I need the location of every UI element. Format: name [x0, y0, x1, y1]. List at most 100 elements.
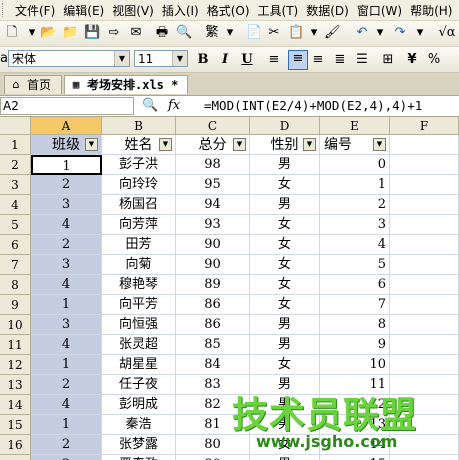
font-name-select[interactable]: 宋体 ▼: [8, 50, 130, 67]
data-cell[interactable]: 4: [320, 235, 390, 255]
data-cell[interactable]: 1: [31, 355, 102, 375]
data-cell[interactable]: 男: [250, 315, 320, 335]
data-cell[interactable]: 女: [250, 215, 320, 235]
chevron-down-icon[interactable]: ▼: [114, 51, 129, 66]
row-header[interactable]: 1: [0, 135, 31, 155]
row-header[interactable]: 12: [0, 355, 31, 375]
header-cell[interactable]: 总分 ▼: [176, 135, 250, 155]
menu-item[interactable]: 格式(O): [203, 2, 254, 19]
data-cell[interactable]: 穆艳琴: [102, 275, 176, 295]
data-cell[interactable]: 向平芳: [102, 295, 176, 315]
data-cell[interactable]: 4: [31, 395, 102, 415]
data-cell[interactable]: 田芳: [102, 235, 176, 255]
data-cell[interactable]: 90: [176, 235, 250, 255]
tab-home[interactable]: ⌂ 首页: [4, 75, 62, 94]
align-right-icon[interactable]: ≡: [310, 52, 326, 68]
chevron-down-icon[interactable]: ▼: [172, 51, 187, 66]
data-cell[interactable]: 6: [320, 275, 390, 295]
autofilter-dropdown-icon[interactable]: ▼: [373, 138, 386, 151]
distributed-align-icon[interactable]: ☰: [354, 52, 370, 68]
format-painter-icon[interactable]: 🖌: [324, 25, 341, 41]
dropdown-arrow-icon[interactable]: ▾: [306, 25, 322, 41]
menu-item[interactable]: 窗口(W): [353, 2, 406, 19]
empty-cell[interactable]: [390, 295, 459, 315]
simplified-traditional-icon[interactable]: 繁: [204, 25, 220, 41]
search-function-icon[interactable]: 🔍: [142, 98, 158, 114]
column-header-c[interactable]: C: [176, 117, 250, 135]
data-cell[interactable]: 杨国召: [102, 195, 176, 215]
empty-cell[interactable]: [390, 335, 459, 355]
empty-cell[interactable]: [390, 355, 459, 375]
row-header[interactable]: 11: [0, 335, 31, 355]
save-icon[interactable]: 💾: [84, 25, 100, 41]
row-header[interactable]: 8: [0, 275, 31, 295]
data-cell[interactable]: 1: [320, 175, 390, 195]
empty-cell[interactable]: [390, 235, 459, 255]
align-center-icon[interactable]: ≡: [288, 50, 308, 70]
header-cell[interactable]: 班级 ▼: [31, 135, 102, 155]
data-cell[interactable]: 2: [31, 175, 102, 195]
data-cell[interactable]: 86: [176, 295, 250, 315]
currency-format-icon[interactable]: ¥: [404, 52, 420, 68]
row-header[interactable]: 2: [0, 155, 31, 175]
empty-cell[interactable]: [390, 315, 459, 335]
underline-button[interactable]: U: [238, 51, 256, 68]
print-icon[interactable]: 🖶: [154, 25, 170, 41]
empty-cell[interactable]: [390, 215, 459, 235]
data-cell[interactable]: 女: [250, 235, 320, 255]
data-cell[interactable]: 向菊: [102, 255, 176, 275]
justify-icon[interactable]: ≣: [332, 52, 348, 68]
data-cell[interactable]: 女: [250, 275, 320, 295]
autofilter-dropdown-icon[interactable]: ▼: [303, 138, 316, 151]
data-cell[interactable]: 男: [250, 155, 320, 175]
new-document-icon[interactable]: 🗋: [4, 25, 20, 41]
data-cell[interactable]: 2: [31, 235, 102, 255]
empty-cell[interactable]: [390, 255, 459, 275]
header-cell[interactable]: 性别 ▼: [250, 135, 320, 155]
data-cell[interactable]: 男: [250, 195, 320, 215]
data-cell[interactable]: 彭明成: [102, 395, 176, 415]
empty-cell[interactable]: [390, 135, 459, 155]
autofilter-dropdown-icon[interactable]: ▼: [233, 138, 246, 151]
data-cell[interactable]: 98: [176, 155, 250, 175]
data-cell[interactable]: 3: [320, 215, 390, 235]
toolbar-grip[interactable]: [2, 3, 11, 17]
data-cell[interactable]: 1: [31, 415, 102, 435]
column-header-a[interactable]: A: [31, 117, 102, 135]
data-cell[interactable]: 5: [320, 255, 390, 275]
data-cell[interactable]: 任子夜: [102, 375, 176, 395]
open-folder-icon[interactable]: 📂: [40, 25, 56, 41]
data-cell[interactable]: 秦浩: [102, 415, 176, 435]
open-file-icon[interactable]: 📁: [62, 25, 78, 41]
data-cell[interactable]: 2: [31, 375, 102, 395]
sqrt-function-icon[interactable]: √α: [436, 25, 458, 41]
active-cell[interactable]: 1: [31, 155, 102, 175]
formula-input[interactable]: =MOD(INT(E2/4)+MOD(E2,4),4)+1: [204, 96, 422, 116]
data-cell[interactable]: 90: [176, 255, 250, 275]
data-cell[interactable]: 86: [176, 315, 250, 335]
data-cell[interactable]: 张梦露: [102, 435, 176, 455]
menu-item[interactable]: 视图(V): [108, 2, 158, 19]
data-cell[interactable]: 女: [250, 355, 320, 375]
column-header-b[interactable]: B: [102, 117, 176, 135]
row-header[interactable]: 3: [0, 175, 31, 195]
export-icon[interactable]: ⇨: [106, 25, 122, 41]
data-cell[interactable]: 4: [31, 215, 102, 235]
menu-item[interactable]: 帮助(H): [406, 2, 456, 19]
empty-cell[interactable]: [390, 195, 459, 215]
data-cell[interactable]: 0: [320, 155, 390, 175]
data-cell[interactable]: 9: [320, 335, 390, 355]
data-cell[interactable]: 3: [31, 455, 102, 460]
column-header-e[interactable]: E: [320, 117, 390, 135]
menu-item[interactable]: 数据(D): [302, 2, 353, 19]
data-cell[interactable]: 95: [176, 175, 250, 195]
dropdown-arrow-icon[interactable]: ▾: [372, 25, 388, 41]
row-header[interactable]: 5: [0, 215, 31, 235]
data-cell[interactable]: 84: [176, 355, 250, 375]
data-cell[interactable]: 94: [176, 195, 250, 215]
row-header[interactable]: 7: [0, 255, 31, 275]
data-cell[interactable]: 女: [250, 175, 320, 195]
data-cell[interactable]: 向芳萍: [102, 215, 176, 235]
font-size-select[interactable]: 11 ▼: [134, 50, 188, 67]
menu-item[interactable]: 插入(I): [158, 2, 203, 19]
